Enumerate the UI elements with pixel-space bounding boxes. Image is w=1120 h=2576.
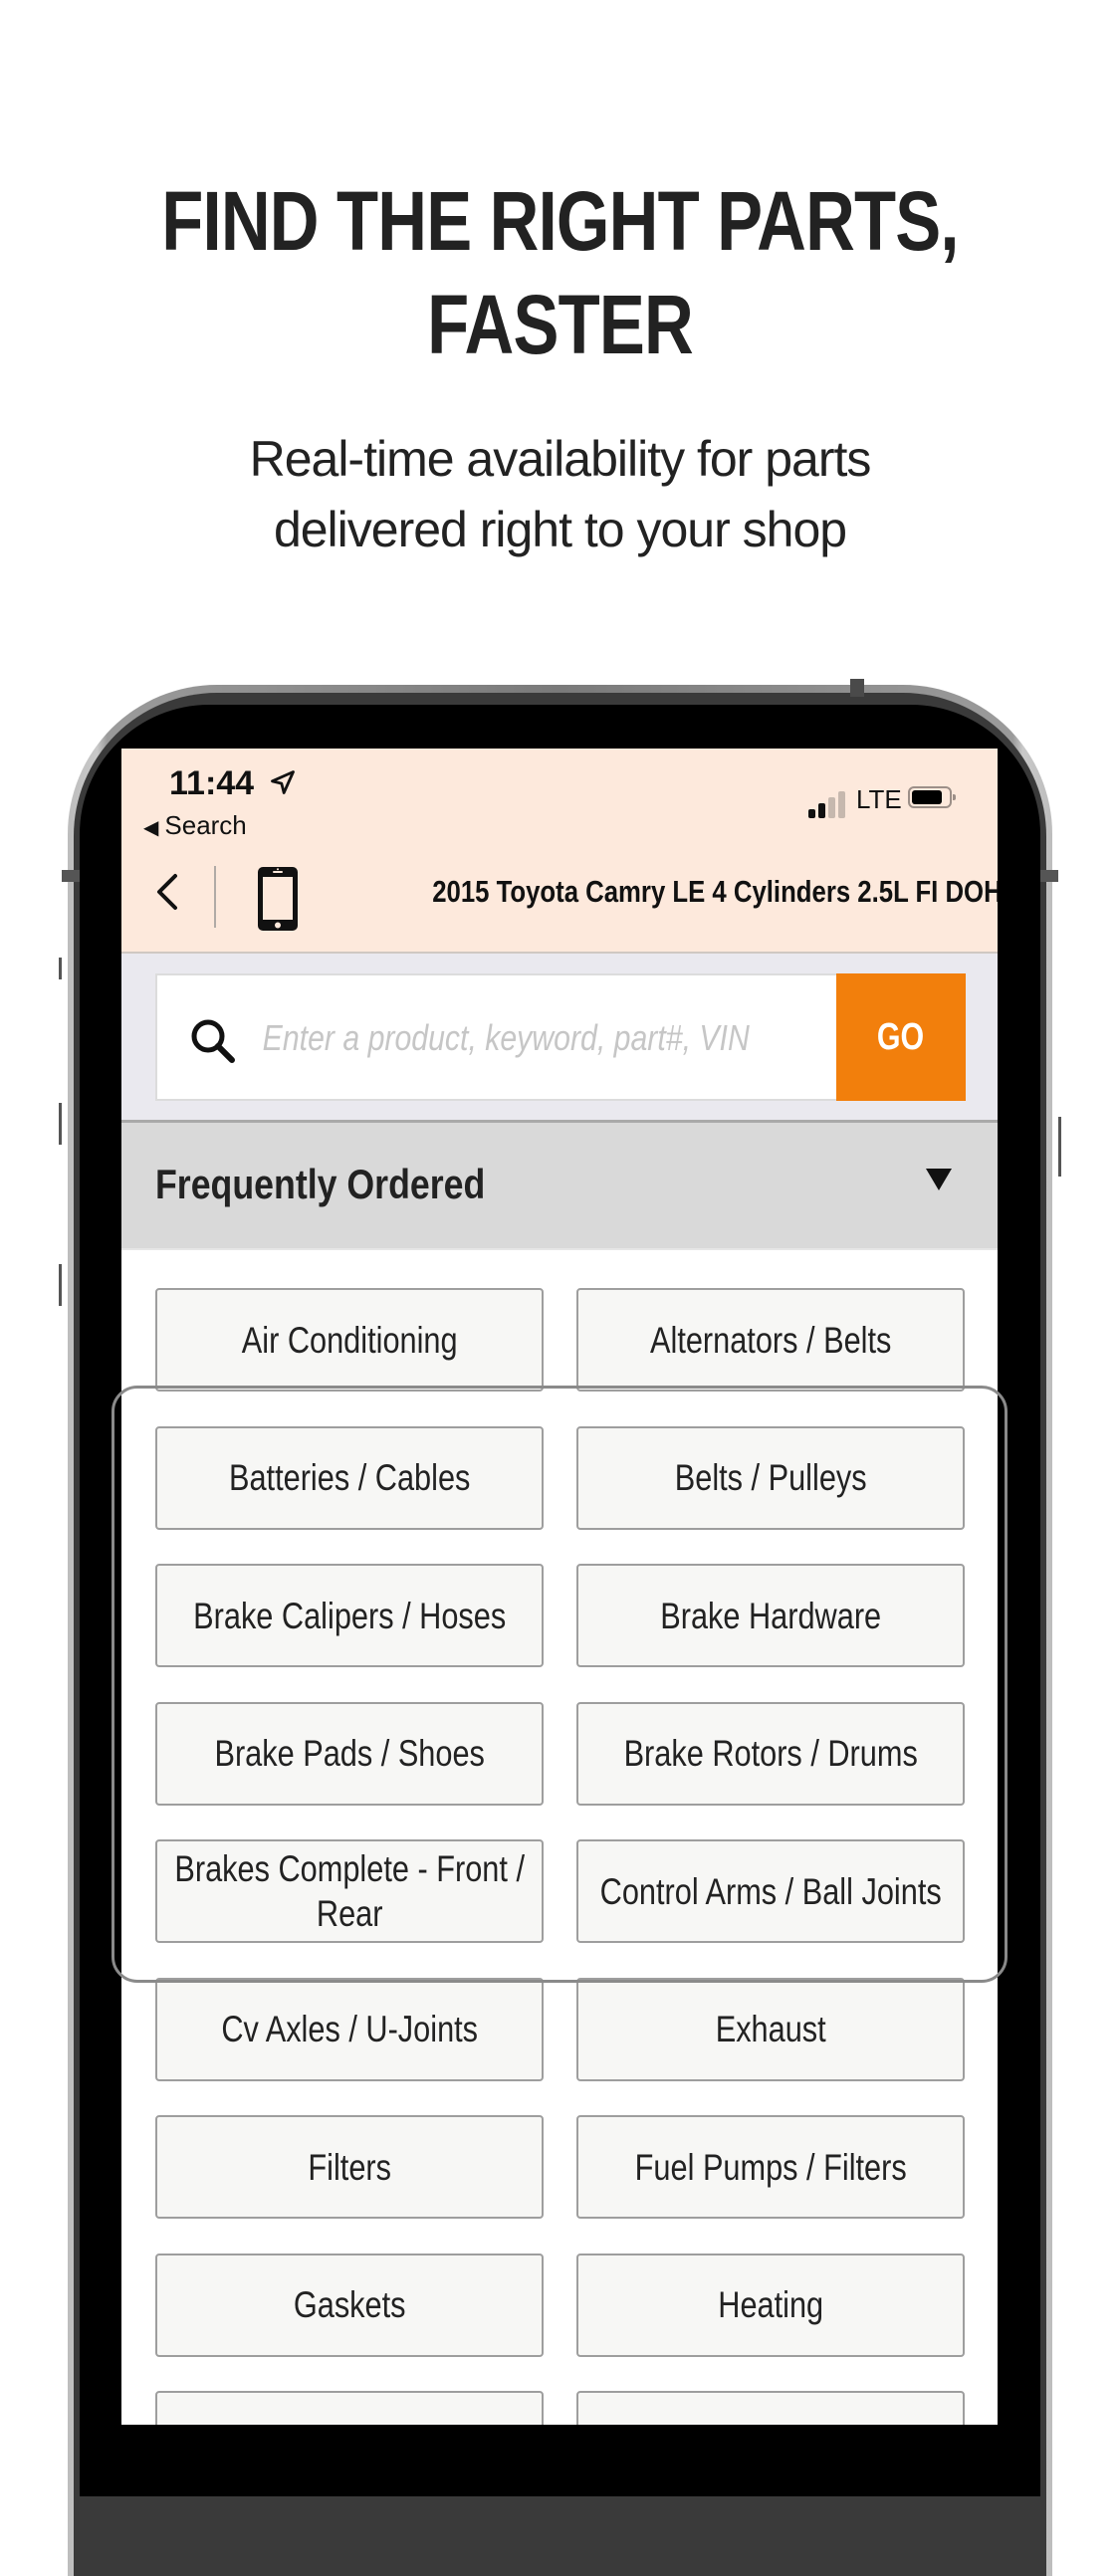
phone-power-button bbox=[1058, 1117, 1061, 1177]
status-time: 11:44 bbox=[169, 764, 255, 802]
category-button[interactable]: Belts / Pulleys bbox=[576, 1425, 965, 1530]
category-label: Brake Pads / Shoes bbox=[214, 1733, 485, 1774]
category-label: Exhaust bbox=[715, 2009, 826, 2049]
phone-volume-down bbox=[59, 1264, 62, 1306]
battery-icon bbox=[908, 786, 956, 808]
frequently-ordered-header[interactable]: Frequently Ordered bbox=[121, 1123, 998, 1250]
category-button[interactable]: Brake Rotors / Drums bbox=[576, 1701, 965, 1806]
promo-headline: FIND THE RIGHT PARTS, FASTER bbox=[101, 169, 1019, 376]
back-to-app-label: Search bbox=[164, 810, 247, 840]
headline-line-1: FIND THE RIGHT PARTS, bbox=[161, 174, 959, 268]
category-label: Brakes Complete - Front / Rear bbox=[174, 1848, 525, 1934]
network-label: LTE bbox=[856, 784, 902, 814]
back-triangle-icon: ◀ bbox=[143, 817, 159, 839]
category-button[interactable]: Air Conditioning bbox=[155, 1288, 544, 1392]
category-label: Filters bbox=[308, 2146, 391, 2188]
go-label: GO bbox=[877, 1015, 925, 1058]
category-label: Heating bbox=[718, 2284, 823, 2325]
category-button[interactable]: Brake Calipers / Hoses bbox=[155, 1564, 544, 1667]
category-button[interactable]: Heating bbox=[576, 2253, 965, 2357]
category-button[interactable]: Batteries / Cables bbox=[155, 1425, 544, 1530]
category-button[interactable]: Motor / Transmission bbox=[155, 2391, 544, 2425]
search-input[interactable] bbox=[261, 999, 816, 1077]
category-label: Belts / Pulleys bbox=[674, 1457, 867, 1498]
category-button[interactable]: Fuel Pumps / Filters bbox=[576, 2115, 965, 2219]
phone-right-button bbox=[1040, 870, 1058, 882]
phone-left-button bbox=[62, 870, 80, 882]
category-label: Cv Axles / U-Joints bbox=[221, 2009, 478, 2049]
smartphone-icon bbox=[258, 867, 298, 931]
category-button[interactable]: Exhaust bbox=[576, 1977, 965, 2081]
section-title: Frequently Ordered bbox=[155, 1161, 486, 1207]
category-button[interactable] bbox=[576, 2391, 965, 2425]
category-label: Gaskets bbox=[293, 2284, 406, 2325]
phone-mute-switch bbox=[59, 958, 62, 979]
phone-top-button bbox=[850, 679, 864, 697]
category-label: Alternators / Belts bbox=[649, 1319, 892, 1361]
category-button[interactable]: Control Arms / Ball Joints bbox=[576, 1839, 965, 1943]
category-label: Brake Hardware bbox=[660, 1595, 881, 1636]
category-button[interactable]: Cv Axles / U-Joints bbox=[155, 1977, 544, 2081]
app-screen: 11:44 ◀ Search LTE 2015 Toyota Camry LE 4… bbox=[121, 749, 998, 2425]
caret-down-icon[interactable] bbox=[926, 1169, 952, 1190]
category-label: Brake Calipers / Hoses bbox=[192, 1595, 507, 1636]
category-button[interactable]: Filters bbox=[155, 2115, 544, 2219]
search-bar: GO bbox=[121, 954, 998, 1123]
category-label: Fuel Pumps / Filters bbox=[634, 2146, 907, 2188]
signal-icon bbox=[808, 790, 848, 818]
category-label: Control Arms / Ball Joints bbox=[599, 1870, 942, 1912]
chevron-left-icon[interactable] bbox=[151, 870, 183, 914]
header-divider bbox=[214, 866, 216, 928]
category-button[interactable]: Gaskets bbox=[155, 2253, 544, 2357]
vehicle-title[interactable]: 2015 Toyota Camry LE 4 Cylinders 2.5L FI… bbox=[432, 874, 998, 910]
headline-line-2: FASTER bbox=[427, 278, 694, 371]
phone-volume-up bbox=[59, 1103, 62, 1145]
subtitle-line-1: Real-time availability for parts bbox=[249, 431, 872, 487]
category-label: Motor / Transmission bbox=[170, 2421, 530, 2426]
category-label: Air Conditioning bbox=[241, 1319, 458, 1361]
category-button[interactable]: Brake Hardware bbox=[576, 1564, 965, 1667]
location-arrow-icon bbox=[271, 770, 295, 794]
category-label: Brake Rotors / Drums bbox=[623, 1733, 918, 1774]
back-to-app-link[interactable]: ◀ Search bbox=[143, 810, 247, 841]
go-button[interactable]: GO bbox=[836, 973, 966, 1101]
promo-subtitle: Real-time availability for parts deliver… bbox=[0, 424, 1120, 565]
search-icon bbox=[191, 1019, 235, 1063]
subtitle-line-2: delivered right to your shop bbox=[273, 502, 847, 557]
category-button[interactable]: Brakes Complete - Front / Rear bbox=[155, 1839, 544, 1943]
category-label: Batteries / Cables bbox=[228, 1457, 471, 1498]
category-button[interactable]: Alternators / Belts bbox=[576, 1288, 965, 1392]
vehicle-header: 11:44 ◀ Search LTE 2015 Toyota Camry LE 4… bbox=[121, 749, 998, 954]
search-field[interactable] bbox=[155, 973, 838, 1101]
category-button[interactable]: Brake Pads / Shoes bbox=[155, 1701, 544, 1806]
